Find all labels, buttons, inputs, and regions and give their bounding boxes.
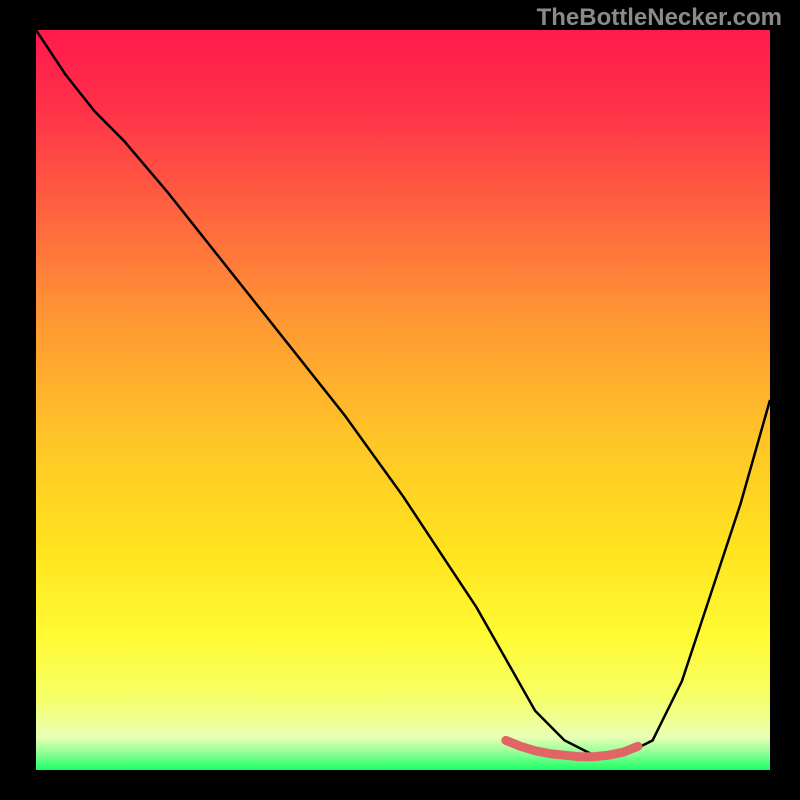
gradient-background (36, 30, 770, 770)
chart-root: TheBottleNecker.com (0, 0, 800, 800)
chart-svg (0, 0, 800, 800)
watermark-text: TheBottleNecker.com (537, 4, 782, 32)
